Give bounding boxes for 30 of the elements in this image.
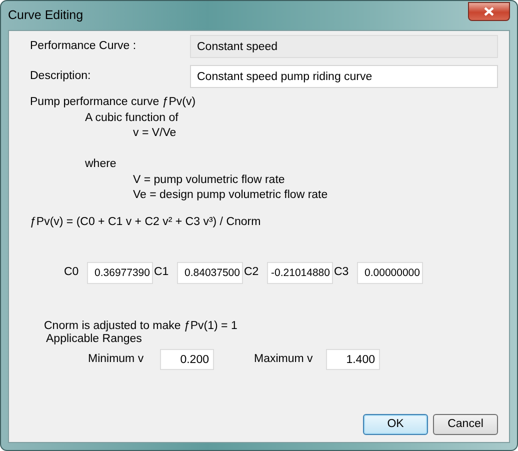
explanation-text: A cubic function of [85, 112, 178, 124]
range-field[interactable]: 0.200 [160, 349, 214, 370]
field-label: Description: [30, 68, 92, 84]
explanation-text: where [85, 158, 116, 170]
coefficient-field[interactable]: -0.21014880 [267, 262, 333, 284]
coefficient-field[interactable]: 0.84037500 [177, 262, 243, 284]
input-field[interactable]: Constant speed pump riding curve [190, 65, 498, 88]
range-label: Maximum v [254, 352, 314, 367]
section-heading: Applicable Ranges [46, 333, 142, 345]
coefficient-field[interactable]: 0.00000000 [357, 262, 423, 284]
coefficient-field[interactable]: 0.36977390 [87, 262, 153, 284]
explanation-text: v = V/Ve [133, 127, 176, 139]
formula-text: ƒPv(v) = (C0 + C1 v + C2 v² + C3 v³) / Cnorm [30, 216, 261, 228]
coefficient-label: C2 [244, 265, 260, 280]
section-heading: Pump performance curve ƒPv(v) [30, 96, 196, 108]
coefficient-label: C1 [154, 265, 170, 280]
coefficient-label: C0 [64, 265, 80, 280]
note-text: Cnorm is adjusted to make ƒPv(1) = 1 [44, 320, 238, 332]
coefficient-label: C3 [334, 265, 350, 280]
readonly-field[interactable]: Constant speed [190, 35, 498, 58]
range-label: Minimum v [88, 352, 145, 367]
close-button[interactable] [468, 2, 510, 21]
explanation-text: Ve = design pump volumetric flow rate [133, 189, 328, 201]
explanation-text: V = pump volumetric flow rate [133, 174, 285, 186]
cancel-button[interactable]: Cancel [433, 414, 498, 435]
range-field[interactable]: 1.400 [326, 349, 380, 370]
ok-button[interactable]: OK [363, 414, 428, 435]
window-title: Curve Editing [8, 7, 84, 24]
close-icon [484, 7, 494, 16]
field-label: Performance Curve : [30, 38, 138, 54]
